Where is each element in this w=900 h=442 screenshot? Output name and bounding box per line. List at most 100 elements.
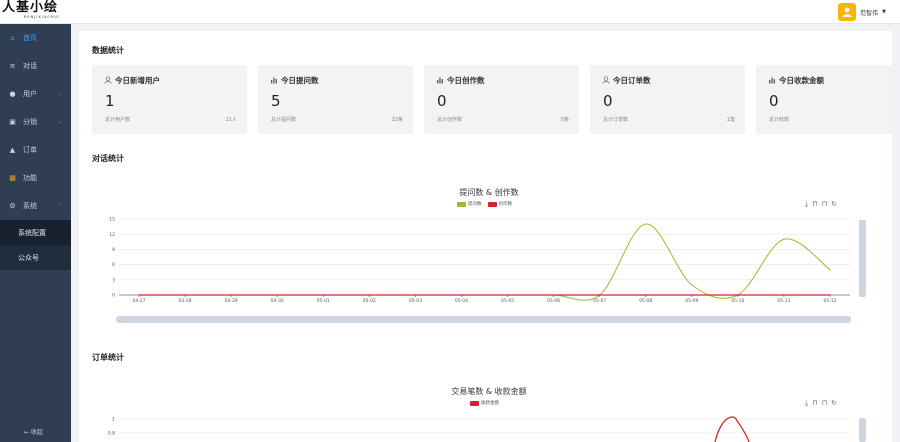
data-point: [691, 284, 693, 286]
home-icon: ⌂: [10, 34, 15, 42]
user-icon: ●: [9, 90, 16, 98]
stat-label: 今日提问数: [281, 76, 319, 85]
collapse-sidebar-button[interactable]: ← 收起: [24, 427, 43, 436]
data-point: [783, 238, 785, 240]
main-content: 数据统计 今日新增用户 1 总计用户数 21人 今日提问数 5 总计提问数 32…: [79, 31, 892, 442]
x-tick-label: 05-11: [777, 298, 790, 304]
data-point: [368, 294, 370, 296]
data-point: [230, 294, 232, 296]
data-point: [645, 223, 647, 225]
sidebar-item-dialog[interactable]: ≡ 对话: [0, 52, 71, 80]
order-icon: ▲: [9, 146, 16, 154]
top-header: 人基小绘 RENJIXIAOHUI 范智伟 ▼: [0, 0, 900, 24]
line-type-icon[interactable]: ⊓: [812, 200, 817, 209]
grid-icon: ▦: [9, 174, 16, 182]
sidebar-subitem-label: 公众号: [18, 253, 39, 262]
sidebar-item-users[interactable]: ● 用户 ⌄: [0, 80, 71, 108]
chart-horizontal-scrollbar[interactable]: [116, 316, 851, 323]
data-point: [276, 294, 278, 296]
bar-type-icon[interactable]: ⊓: [822, 399, 827, 408]
x-tick-label: 05-08: [639, 298, 652, 304]
x-tick-label: 04-30: [271, 298, 284, 304]
data-view-icon[interactable]: ⤓: [805, 399, 808, 408]
chart-legend: 收款金额: [470, 400, 499, 406]
data-point: [599, 294, 601, 296]
data-point: [829, 269, 831, 271]
x-tick-label: 05-03: [409, 298, 422, 304]
legend-label: 创作数: [498, 202, 513, 207]
x-tick-label: 05-05: [501, 298, 514, 304]
chevron-down-icon: ⌄: [57, 119, 62, 125]
stat-footer-label: 总计用户数: [105, 117, 131, 123]
legend-swatch: [487, 201, 497, 207]
chevron-down-icon[interactable]: ▼: [882, 9, 886, 15]
stat-footer-label: 总计收款: [769, 117, 790, 123]
sidebar-item-orders[interactable]: ▲ 订单: [0, 136, 71, 164]
sidebar-subitem-official-account[interactable]: 公众号: [0, 245, 71, 270]
sidebar-item-label: 系统: [23, 202, 37, 210]
legend-label: 收款金额: [481, 401, 499, 406]
data-point: [737, 294, 739, 296]
stat-footer-value: 32条: [391, 117, 403, 123]
x-tick-label: 05-12: [823, 298, 836, 304]
sidebar-item-home[interactable]: ⌂ 首页: [0, 24, 71, 52]
stat-value: 0: [769, 92, 779, 110]
chart-vertical-scrollbar[interactable]: [859, 220, 866, 297]
stat-footer-value: 1笔: [726, 117, 735, 123]
sidebar-item-distribution[interactable]: ▣ 分销 ⌄: [0, 108, 71, 136]
x-tick-label: 05-01: [317, 298, 330, 304]
sidebar-item-label: 对话: [23, 62, 37, 70]
sidebar-item-label: 功能: [23, 174, 37, 182]
y-tick-label: 0: [112, 293, 115, 299]
section-title-orders: 订单统计: [92, 353, 124, 362]
x-tick-label: 04-27: [132, 298, 145, 304]
data-point: [829, 294, 831, 296]
data-view-icon[interactable]: ⤓: [805, 200, 808, 209]
stat-card-questions: 今日提问数 5 总计提问数 32条: [258, 65, 413, 134]
stat-footer-label: 总计订单数: [603, 117, 629, 123]
sidebar-subitem-label: 系统配置: [18, 228, 46, 237]
sidebar-item-system[interactable]: ⚙ 系统 ⌃: [0, 192, 71, 220]
bar-type-icon[interactable]: ⊓: [822, 200, 827, 209]
y-tick-label: 6: [112, 262, 115, 268]
y-tick-label: 3: [112, 277, 115, 283]
stat-value: 5: [271, 92, 281, 110]
stat-footer-label: 总计提问数: [271, 117, 297, 123]
user-outline-icon: [104, 75, 112, 86]
logo-subtext: RENJIXIAOHUI: [24, 15, 61, 19]
refresh-icon[interactable]: ↻: [831, 200, 837, 209]
dialog-line-chart: 0 3 6 9 12 15 04-27 04-28 04-29 04-30 05-01 05-02 05…: [109, 217, 850, 304]
stat-footer-value: 0条: [560, 117, 569, 123]
chevron-up-icon: ⌃: [57, 203, 62, 209]
sidebar-item-features[interactable]: ▦ 功能: [0, 164, 71, 192]
stat-label: 今日新增用户: [115, 76, 160, 85]
user-outline-icon: [602, 75, 610, 86]
data-point: [322, 294, 324, 296]
bar-chart-icon: [436, 76, 444, 86]
x-tick-label: 05-07: [593, 298, 606, 304]
chart-legend: 提问数 创作数: [457, 201, 512, 207]
x-tick-label: 05-04: [455, 298, 468, 304]
user-menu[interactable]: 范智伟 ▼: [838, 3, 886, 21]
bar-chart-icon: [768, 76, 776, 86]
sidebar-item-label: 首页: [23, 34, 37, 42]
x-tick-label: 05-09: [685, 298, 698, 304]
sidebar: ⌂ 首页 ≡ 对话 ● 用户 ⌄ ▣ 分销 ⌄ ▲ 订单 ▦ 功能 ⚙ 系统 ⌃…: [0, 24, 71, 442]
line-type-icon[interactable]: ⊓: [812, 399, 817, 408]
stat-card-creations: 今日创作数 0 总计创作数 0条: [424, 65, 579, 134]
y-tick-label: 9: [112, 247, 115, 253]
app-logo[interactable]: 人基小绘 RENJIXIAOHUI: [2, 1, 70, 23]
chart-toolbox: ⤓ ⊓ ⊓ ↻: [805, 399, 837, 408]
legend-item[interactable]: 提问数: [457, 201, 482, 207]
chevron-down-icon: ⌄: [57, 91, 62, 97]
avatar[interactable]: [838, 3, 857, 21]
sidebar-subitem-system-config[interactable]: 系统配置: [0, 220, 71, 245]
legend-item[interactable]: 收款金额: [470, 400, 499, 406]
x-tick-label: 04-28: [179, 298, 192, 304]
refresh-icon[interactable]: ↻: [831, 399, 837, 408]
y-tick-label: 15: [109, 217, 115, 223]
user-name[interactable]: 范智伟: [860, 8, 878, 17]
chart-vertical-scrollbar[interactable]: [859, 418, 866, 442]
stat-card-new-users: 今日新增用户 1 总计用户数 21人: [92, 65, 247, 134]
legend-item[interactable]: 创作数: [487, 201, 513, 207]
